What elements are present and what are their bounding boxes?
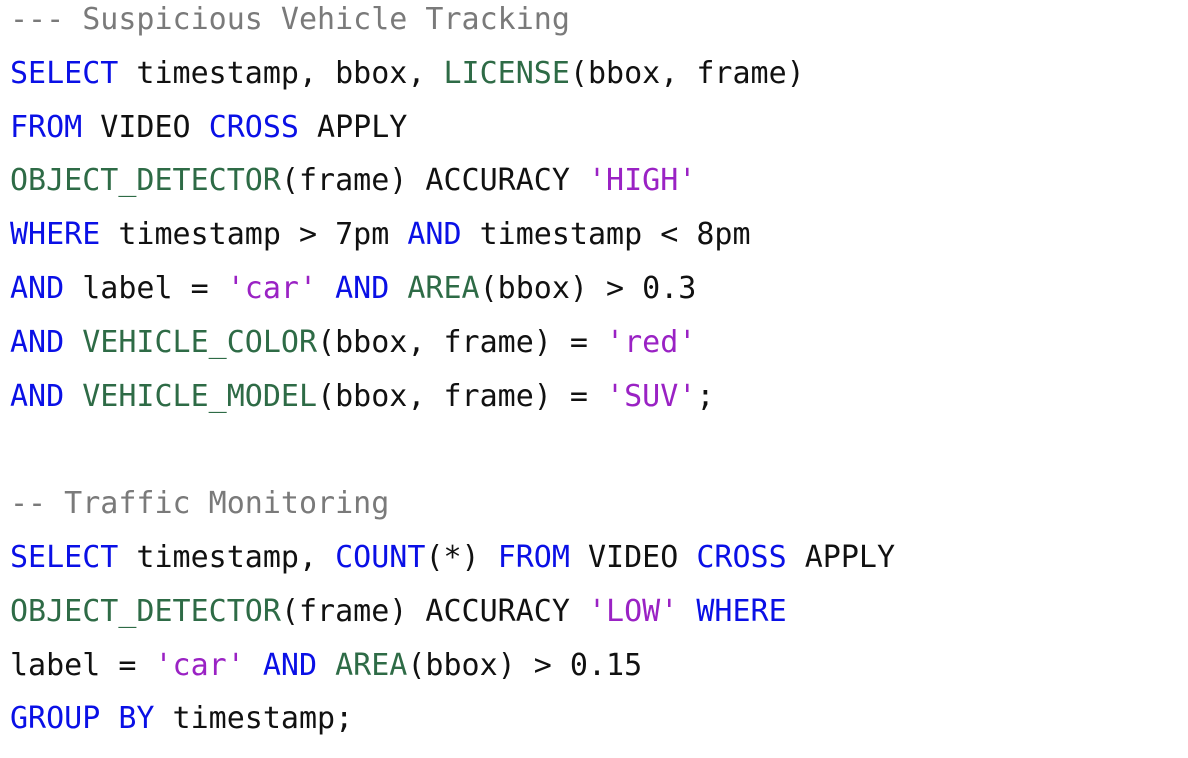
- text-token: (bbox, frame) =: [317, 324, 607, 360]
- function-token: AREA: [335, 647, 408, 683]
- keyword-token: AND: [10, 324, 65, 360]
- keyword-token: FROM: [10, 109, 83, 145]
- text-token: (*): [425, 540, 498, 575]
- text-token: timestamp,: [118, 540, 336, 575]
- keyword-token: BY: [118, 701, 155, 737]
- function-token: VEHICLE_MODEL: [82, 378, 318, 414]
- function-token: LICENSE: [443, 55, 570, 91]
- string-token: 'HIGH': [587, 163, 697, 199]
- comment-token: --- Suspicious Vehicle Tracking: [10, 2, 570, 37]
- text-token: (frame) ACCURACY: [280, 593, 588, 629]
- text-token: timestamp, bbox,: [118, 55, 444, 91]
- code-line: AND VEHICLE_COLOR(bbox, frame) = 'red': [10, 323, 696, 375]
- keyword-token: AND: [335, 271, 390, 306]
- code-line: AND label = 'car' AND AREA(bbox) > 0.3: [10, 269, 696, 321]
- keyword-token: CROSS: [208, 109, 299, 145]
- code-line: GROUP BY timestamp;: [10, 699, 353, 751]
- code-line: FROM VIDEO CROSS APPLY: [10, 108, 407, 160]
- keyword-token: SELECT: [10, 540, 119, 575]
- keyword-token: SELECT: [10, 55, 119, 91]
- code-line: OBJECT_DETECTOR(frame) ACCURACY 'HIGH': [10, 161, 696, 213]
- string-token: 'red': [606, 324, 697, 360]
- text-token: APPLY: [786, 540, 896, 575]
- text-token: timestamp > 7pm: [100, 217, 408, 253]
- code-line: WHERE timestamp > 7pm AND timestamp < 8p…: [10, 215, 751, 267]
- text-token: VIDEO: [569, 540, 697, 575]
- string-token: 'car': [154, 647, 245, 683]
- keyword-token: COUNT: [335, 540, 426, 575]
- function-token: VEHICLE_COLOR: [82, 324, 318, 360]
- keyword-token: AND: [10, 271, 65, 306]
- text-token: timestamp;: [154, 701, 354, 737]
- string-token: 'car': [226, 271, 318, 306]
- text-token: VIDEO: [82, 109, 209, 145]
- text-token: timestamp < 8pm: [461, 217, 751, 253]
- function-token: OBJECT_DETECTOR: [10, 593, 281, 629]
- code-line: label = 'car' AND AREA(bbox) > 0.15: [10, 646, 642, 698]
- code-line: SELECT timestamp, COUNT(*) FROM VIDEO CR…: [10, 538, 895, 590]
- comment-token: -- Traffic Monitoring: [10, 486, 390, 522]
- keyword-token: CROSS: [696, 540, 787, 575]
- text-token: (bbox, frame): [569, 55, 805, 91]
- string-token: 'SUV': [606, 378, 697, 414]
- text-token: ;: [696, 378, 715, 414]
- code-line: SELECT timestamp, bbox, LICENSE(bbox, fr…: [10, 54, 805, 106]
- keyword-token: WHERE: [10, 217, 101, 253]
- text-token: APPLY: [299, 109, 408, 145]
- text-token: (frame) ACCURACY: [280, 163, 588, 199]
- keyword-token: FROM: [497, 540, 570, 575]
- text-token: label =: [64, 271, 227, 306]
- keyword-token: AND: [407, 217, 462, 253]
- string-token: 'LOW': [587, 593, 679, 629]
- keyword-token: AND: [262, 647, 318, 683]
- text-token: (bbox) > 0.3: [479, 271, 697, 306]
- keyword-token: WHERE: [696, 593, 787, 629]
- text-token: (bbox) > 0.15: [407, 647, 643, 683]
- comment-line: -- Traffic Monitoring: [10, 484, 389, 536]
- sql-code-block: --- Suspicious Vehicle Tracking SELECT ti…: [10, 0, 1180, 758]
- code-line: AND VEHICLE_MODEL(bbox, frame) = 'SUV';: [10, 377, 714, 429]
- text-token: label =: [10, 647, 155, 683]
- comment-line: --- Suspicious Vehicle Tracking: [10, 0, 570, 52]
- text-token: (bbox, frame) =: [317, 378, 607, 414]
- keyword-token: GROUP: [10, 701, 101, 737]
- function-token: OBJECT_DETECTOR: [10, 163, 281, 199]
- code-line: OBJECT_DETECTOR(frame) ACCURACY 'LOW' WH…: [10, 592, 787, 644]
- function-token: AREA: [407, 271, 480, 306]
- keyword-token: AND: [10, 378, 65, 414]
